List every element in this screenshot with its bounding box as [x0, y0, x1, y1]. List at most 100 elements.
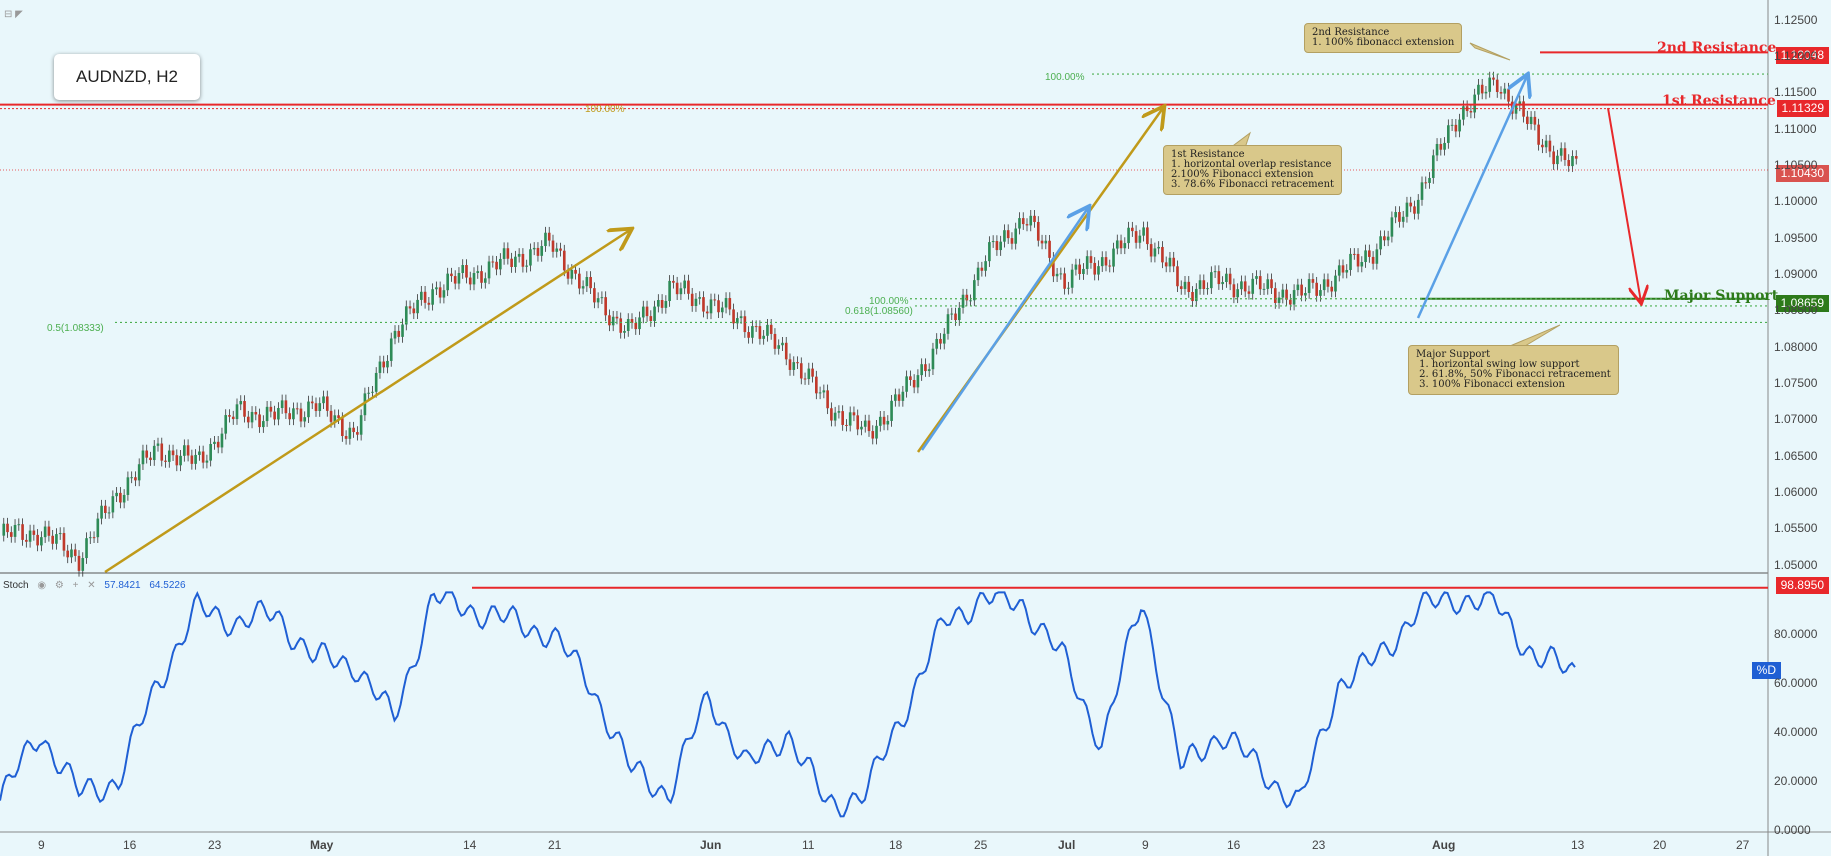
candle-body — [826, 390, 829, 409]
candle-body — [100, 505, 103, 519]
candle-body — [679, 288, 683, 295]
candle-body — [611, 316, 615, 326]
note-second-resistance[interactable]: 2nd Resistance 1. 100% fibonacci extensi… — [1304, 23, 1463, 53]
candle-body — [1085, 256, 1089, 269]
candle-body — [1262, 288, 1266, 290]
candle-body — [1131, 227, 1134, 232]
candle-body — [773, 333, 777, 349]
candle-body — [137, 464, 141, 481]
candle-body — [1435, 143, 1439, 156]
note-r2-pointer — [1469, 42, 1511, 61]
candle-body — [1574, 156, 1578, 159]
candle-body — [1360, 262, 1364, 267]
chart-title: AUDNZD, H2 — [54, 54, 200, 100]
eye-icon[interactable]: ◉ — [37, 580, 46, 591]
candle-body — [1123, 243, 1127, 249]
note-first-resistance[interactable]: 1st Resistance 1. horizontal overlap res… — [1163, 145, 1343, 195]
candle-body — [1364, 250, 1367, 263]
stoch-tick-label: 40.0000 — [1774, 725, 1818, 739]
candle-body — [1149, 244, 1153, 257]
candle-body — [1368, 250, 1371, 257]
candle-body — [1018, 218, 1021, 229]
triangle-corner-icon[interactable]: ◤ — [15, 9, 23, 20]
gear-icon[interactable]: ⚙ — [55, 580, 64, 591]
date-tick-label: 23 — [1312, 838, 1326, 852]
candle-body — [796, 362, 799, 364]
candle-body — [1480, 84, 1484, 94]
candle-body — [871, 431, 875, 439]
candle-body — [1544, 140, 1548, 148]
close-icon[interactable]: ✕ — [87, 580, 95, 591]
candle-body — [1033, 215, 1036, 222]
candle-body — [43, 526, 47, 538]
candle-body — [1213, 271, 1217, 273]
candle-body — [85, 538, 88, 559]
candle-body — [792, 362, 796, 370]
candle-body — [1078, 264, 1081, 275]
candle-body — [476, 271, 480, 274]
candle-body — [416, 299, 419, 314]
candle-body — [51, 535, 54, 544]
candle-body — [1240, 281, 1243, 290]
candle-body — [231, 416, 235, 420]
candle-body — [694, 298, 698, 307]
note-major-support[interactable]: Major Support 1. horizontal swing low su… — [1408, 345, 1619, 395]
candle-body — [126, 477, 130, 495]
candle-body — [762, 335, 765, 339]
date-tick-label: 9 — [1142, 838, 1149, 852]
candle-body — [732, 309, 735, 324]
candle-body — [1492, 77, 1495, 80]
candle-body — [28, 530, 32, 542]
candle-body — [777, 345, 781, 349]
candle-body — [13, 524, 17, 537]
candle-body — [1311, 279, 1315, 283]
candle-body — [1319, 290, 1322, 296]
candle-body — [149, 457, 152, 461]
minus-square-icon[interactable]: ⊟ — [4, 9, 12, 20]
candle-body — [1334, 275, 1337, 292]
candle-body — [487, 261, 491, 279]
candle-body — [246, 416, 250, 423]
candle-body — [288, 413, 291, 420]
stoch-name[interactable]: Stoch — [3, 580, 29, 591]
candle-body — [1021, 218, 1025, 225]
candle-body — [1375, 249, 1379, 264]
candle-body — [209, 443, 212, 461]
candle-body — [1322, 279, 1326, 291]
candle-body — [371, 391, 374, 393]
candle-body — [337, 415, 340, 419]
candle-body — [690, 293, 694, 307]
candle-body — [1247, 291, 1251, 294]
candle-body — [1289, 299, 1292, 305]
date-tick-label: 9 — [38, 838, 45, 852]
candle-body — [525, 265, 528, 267]
red-target-arrow — [1607, 107, 1641, 302]
candle-body — [167, 450, 171, 462]
candle-body — [408, 306, 412, 309]
candle-body — [852, 412, 856, 416]
candle-body — [1217, 271, 1221, 285]
candle-body — [1191, 291, 1194, 302]
candle-body — [645, 306, 649, 317]
stoch-d-value: 64.5226 — [149, 580, 186, 591]
date-tick-label: 20 — [1653, 838, 1667, 852]
candle-body — [96, 518, 100, 538]
candle-body — [1548, 140, 1552, 152]
candle-body — [1345, 269, 1349, 273]
candle-body — [1424, 182, 1428, 184]
candle-body — [465, 265, 468, 278]
plus-icon[interactable]: + — [73, 580, 79, 591]
price-tick-label: 1.11500 — [1774, 85, 1817, 100]
candle-body — [901, 391, 905, 401]
candle-body — [1307, 279, 1311, 293]
date-tick-label: May — [310, 838, 334, 852]
candle-body — [623, 330, 626, 333]
candle-body — [626, 319, 630, 331]
candle-body — [374, 372, 378, 392]
candle-body — [1507, 88, 1510, 102]
candle-body — [442, 290, 446, 298]
candle-body — [1164, 262, 1168, 267]
candle-body — [529, 249, 532, 266]
candle-body — [1296, 284, 1300, 291]
candle-body — [739, 316, 743, 319]
